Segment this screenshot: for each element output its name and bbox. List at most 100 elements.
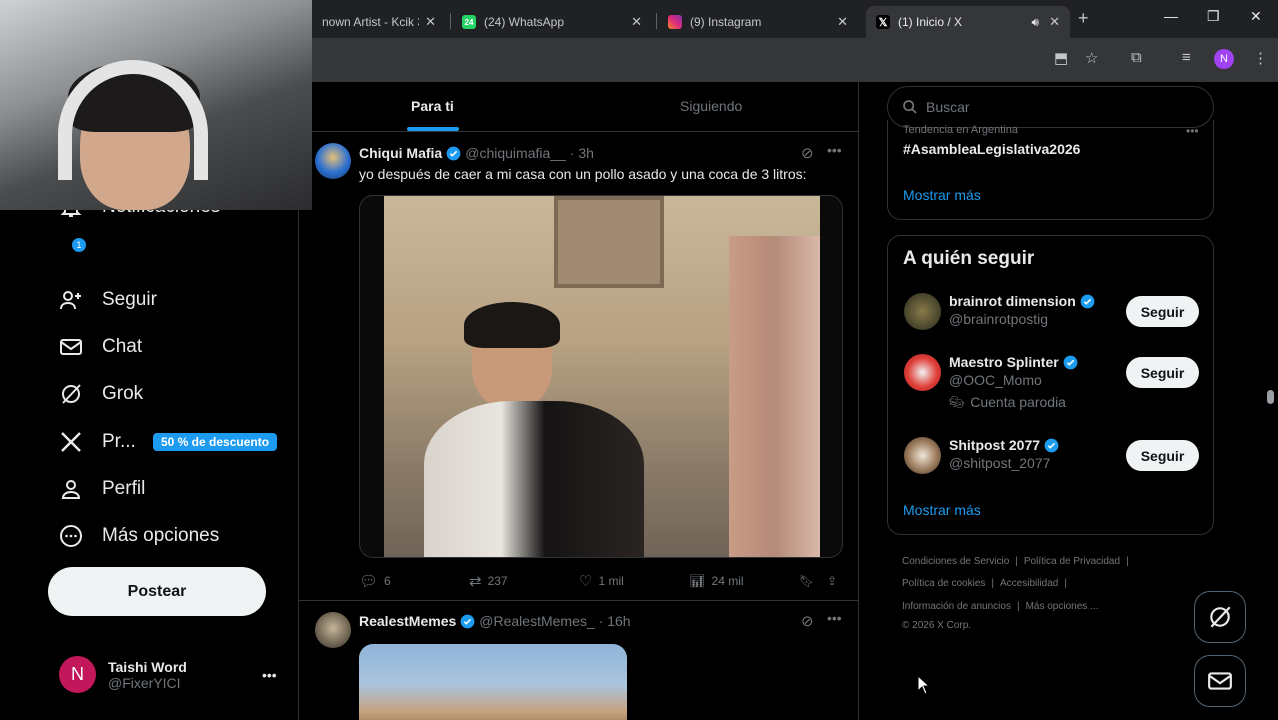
verified-badge-icon bbox=[1063, 355, 1078, 369]
grok-fab[interactable] bbox=[1194, 591, 1246, 643]
maximize-icon[interactable]: ❐ bbox=[1207, 8, 1220, 25]
like-button[interactable]: ♡ 1 mil bbox=[579, 572, 689, 590]
footer-link[interactable]: Política de cookies bbox=[902, 578, 985, 589]
views-button[interactable]: 📊︎ 24 mil bbox=[689, 573, 799, 589]
browser-menu-icon[interactable]: ⋮ bbox=[1253, 49, 1268, 67]
post-author-handle[interactable]: @RealestMemes_ bbox=[479, 613, 594, 629]
mail-icon bbox=[1208, 672, 1232, 690]
more-horizontal-icon[interactable]: ••• bbox=[827, 610, 842, 626]
curtain bbox=[729, 236, 820, 557]
search-icon bbox=[903, 100, 917, 114]
post-button[interactable]: Postear bbox=[48, 567, 266, 616]
avatar bbox=[904, 354, 941, 391]
follow-button[interactable]: Seguir bbox=[1126, 357, 1199, 388]
nav-chat[interactable]: Chat bbox=[58, 327, 142, 367]
mail-icon bbox=[58, 334, 84, 360]
footer-link[interactable]: Condiciones de Servicio bbox=[902, 556, 1009, 567]
close-icon[interactable]: ✕ bbox=[1049, 14, 1060, 30]
more-horizontal-icon[interactable]: ••• bbox=[827, 142, 842, 158]
more-horizontal-icon[interactable]: ••• bbox=[1186, 124, 1199, 138]
follow-suggestion[interactable]: Maestro Splinter @OOC_Momo 🎭︎ Cuenta par… bbox=[904, 354, 1082, 410]
suggestion-name: Maestro Splinter bbox=[949, 354, 1059, 370]
minimize-icon[interactable]: — bbox=[1164, 8, 1178, 24]
nav-premium[interactable]: Pr... bbox=[58, 422, 136, 462]
post[interactable]: RealestMemes @RealestMemes_ · 16h ⊘ ••• bbox=[299, 602, 859, 720]
post-avatar[interactable] bbox=[315, 612, 351, 648]
webcam-overlay bbox=[0, 0, 312, 210]
repost-button[interactable]: ⇄ 237 bbox=[469, 572, 579, 590]
tab-kick[interactable]: nown Artist - Kcik 35 ✕ bbox=[312, 6, 446, 38]
nav-seguir[interactable]: Seguir bbox=[58, 280, 157, 320]
footer-link[interactable]: Política de Privacidad bbox=[1024, 556, 1120, 567]
avatar: N bbox=[59, 656, 96, 693]
who-to-follow-box: A quién seguir brainrot dimension @brain… bbox=[887, 235, 1214, 535]
grok-icon bbox=[58, 381, 84, 407]
post-author-name[interactable]: Chiqui Mafia bbox=[359, 145, 442, 161]
follow-button[interactable]: Seguir bbox=[1126, 296, 1199, 327]
media-control-icon[interactable]: ≡ bbox=[1182, 49, 1191, 66]
post-author-handle[interactable]: @chiquimafia__ bbox=[465, 145, 566, 161]
nav-grok[interactable]: Grok bbox=[58, 374, 143, 414]
install-app-icon[interactable]: ⬒ bbox=[1054, 49, 1068, 67]
close-icon[interactable]: ✕ bbox=[425, 14, 436, 30]
tab-instagram[interactable]: (9) Instagram ✕ bbox=[658, 6, 858, 38]
grok-icon[interactable]: ⊘ bbox=[801, 144, 814, 162]
more-horizontal-icon[interactable]: ••• bbox=[262, 667, 277, 683]
suggestion-name: Shitpost 2077 bbox=[949, 437, 1041, 453]
footer-link[interactable]: Información de anuncios bbox=[902, 601, 1011, 612]
nav-mas-opciones[interactable]: Más opciones bbox=[58, 516, 219, 556]
verified-badge-icon bbox=[446, 146, 461, 160]
post-time[interactable]: · 16h bbox=[599, 613, 631, 629]
wall-picture bbox=[554, 196, 664, 288]
grok-icon[interactable]: ⊘ bbox=[801, 612, 814, 630]
post-avatar[interactable] bbox=[315, 143, 351, 179]
close-icon[interactable]: ✕ bbox=[631, 14, 642, 30]
post-image[interactable] bbox=[359, 644, 627, 720]
follow-suggestion[interactable]: Shitpost 2077 @shitpost_2077 bbox=[904, 437, 1063, 474]
bookmark-icon[interactable]: 🔖︎ bbox=[799, 574, 827, 588]
verified-badge-icon bbox=[1080, 294, 1095, 308]
nav-perfil[interactable]: Perfil bbox=[58, 469, 145, 509]
tab-siguiendo[interactable]: Siguiendo bbox=[680, 98, 742, 114]
more-circle-icon bbox=[58, 523, 84, 549]
footer-link[interactable]: Accesibilidad bbox=[1000, 578, 1058, 589]
follow-button[interactable]: Seguir bbox=[1126, 440, 1199, 471]
active-tab-indicator bbox=[407, 127, 459, 131]
show-more-link[interactable]: Mostrar más bbox=[903, 502, 981, 518]
verified-badge-icon bbox=[1044, 438, 1059, 452]
account-switcher[interactable]: N Taishi Word @FixerYICI bbox=[59, 656, 187, 693]
messages-fab[interactable] bbox=[1194, 655, 1246, 707]
window-close-icon[interactable]: ✕ bbox=[1250, 8, 1262, 25]
tab-x-home[interactable]: 𝕏 (1) Inicio / X 🔊︎ ✕ bbox=[866, 6, 1070, 38]
trend-context: Tendencia en Argentina bbox=[903, 124, 1018, 136]
tab-separator bbox=[656, 13, 657, 29]
post-time[interactable]: · 3h bbox=[570, 145, 594, 161]
avatar bbox=[904, 293, 941, 330]
post-text: yo después de caer a mi casa con un poll… bbox=[359, 166, 807, 182]
heart-icon: ♡ bbox=[579, 573, 593, 590]
share-icon[interactable]: ⇪ bbox=[827, 574, 837, 588]
post-video[interactable] bbox=[359, 195, 843, 558]
post[interactable]: Chiqui Mafia @chiquimafia__ · 3h ⊘ ••• y… bbox=[299, 133, 859, 601]
footer-link[interactable]: Más opciones ... bbox=[1026, 601, 1099, 612]
scrollbar[interactable] bbox=[1267, 390, 1274, 404]
suggestion-handle: @brainrotpostig bbox=[949, 311, 1049, 327]
reply-button[interactable]: 💬︎ 6 bbox=[359, 572, 469, 590]
trend-item[interactable]: #AsambleaLegislativa2026 bbox=[903, 141, 1080, 157]
suggestion-name: brainrot dimension bbox=[949, 293, 1076, 309]
extensions-icon[interactable]: ⧉ bbox=[1131, 49, 1142, 66]
close-icon[interactable]: ✕ bbox=[837, 14, 848, 30]
speaker-icon[interactable]: 🔊︎ bbox=[1032, 15, 1040, 30]
bookmark-star-icon[interactable]: ☆ bbox=[1085, 49, 1098, 67]
premium-discount-badge[interactable]: 50 % de descuento bbox=[153, 433, 278, 451]
new-tab-plus-icon[interactable]: + bbox=[1078, 8, 1089, 29]
profile-avatar[interactable]: N bbox=[1214, 49, 1234, 69]
tab-para-ti[interactable]: Para ti bbox=[411, 98, 454, 114]
suggestion-handle: @OOC_Momo bbox=[949, 372, 1042, 388]
follow-suggestion[interactable]: brainrot dimension @brainrotpostig bbox=[904, 293, 1099, 330]
instagram-icon bbox=[668, 15, 682, 29]
whatsapp-icon: 24 bbox=[462, 15, 476, 29]
tab-whatsapp[interactable]: 24 (24) WhatsApp ✕ bbox=[452, 6, 652, 38]
show-more-link[interactable]: Mostrar más bbox=[903, 187, 981, 203]
post-author-name[interactable]: RealestMemes bbox=[359, 613, 456, 629]
